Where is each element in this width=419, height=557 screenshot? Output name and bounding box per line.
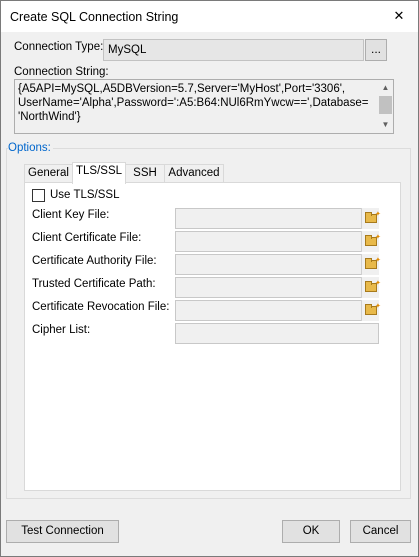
cipher-list-label: Cipher List: [32, 324, 91, 336]
tab-advanced[interactable]: Advanced [164, 164, 224, 183]
title-bar: Create SQL Connection String ✕ [1, 1, 418, 32]
certificate-revocation-file-field[interactable] [175, 300, 379, 321]
connection-string-label: Connection String: [14, 66, 109, 78]
use-tls-checkbox[interactable] [32, 189, 45, 202]
trusted-certificate-path-label: Trusted Certificate Path: [32, 278, 156, 290]
certificate-authority-file-field[interactable] [175, 254, 379, 275]
client-key-file-browse-button[interactable]: ✦ [361, 208, 381, 229]
scroll-down-icon[interactable]: ▼ [378, 118, 393, 132]
connection-type-field[interactable]: MySQL [103, 39, 364, 61]
tab-tls-ssl[interactable]: TLS/SSL [72, 162, 126, 184]
scroll-up-icon[interactable]: ▲ [378, 81, 393, 95]
scroll-thumb[interactable] [379, 96, 392, 114]
cancel-button[interactable]: Cancel [350, 520, 411, 543]
options-label: Options: [8, 142, 53, 154]
certificate-revocation-file-label: Certificate Revocation File: [32, 301, 170, 313]
tab-general[interactable]: General [24, 164, 73, 183]
window-title: Create SQL Connection String [10, 10, 179, 24]
close-icon[interactable]: ✕ [387, 5, 411, 27]
folder-open-icon: ✦ [365, 257, 381, 269]
client-key-file-field[interactable] [175, 208, 379, 229]
ok-button[interactable]: OK [282, 520, 340, 543]
certificate-authority-file-browse-button[interactable]: ✦ [361, 254, 381, 275]
tab-ssh[interactable]: SSH [125, 164, 165, 183]
test-connection-button[interactable]: Test Connection [6, 520, 119, 543]
certificate-revocation-file-browse-button[interactable]: ✦ [361, 300, 381, 321]
client-key-file-label: Client Key File: [32, 209, 110, 221]
connection-string-textarea[interactable]: {A5API=MySQL,A5DBVersion=5.7,Server='MyH… [14, 79, 394, 134]
trusted-certificate-path-field[interactable] [175, 277, 379, 298]
client-certificate-file-field[interactable] [175, 231, 379, 252]
use-tls-label[interactable]: Use TLS/SSL [50, 189, 119, 201]
connection-string-scrollbar[interactable]: ▲ ▼ [378, 80, 393, 133]
trusted-certificate-path-browse-button[interactable]: ✦ [361, 277, 381, 298]
client-certificate-file-label: Client Certificate File: [32, 232, 142, 244]
folder-open-icon: ✦ [365, 234, 381, 246]
certificate-authority-file-label: Certificate Authority File: [32, 255, 157, 267]
folder-open-icon: ✦ [365, 303, 381, 315]
connection-type-label: Connection Type: [14, 41, 104, 53]
connection-type-browse-button[interactable]: ... [365, 39, 387, 61]
client-certificate-file-browse-button[interactable]: ✦ [361, 231, 381, 252]
cipher-list-field[interactable] [175, 323, 379, 344]
folder-open-icon: ✦ [365, 211, 381, 223]
folder-open-icon: ✦ [365, 280, 381, 292]
